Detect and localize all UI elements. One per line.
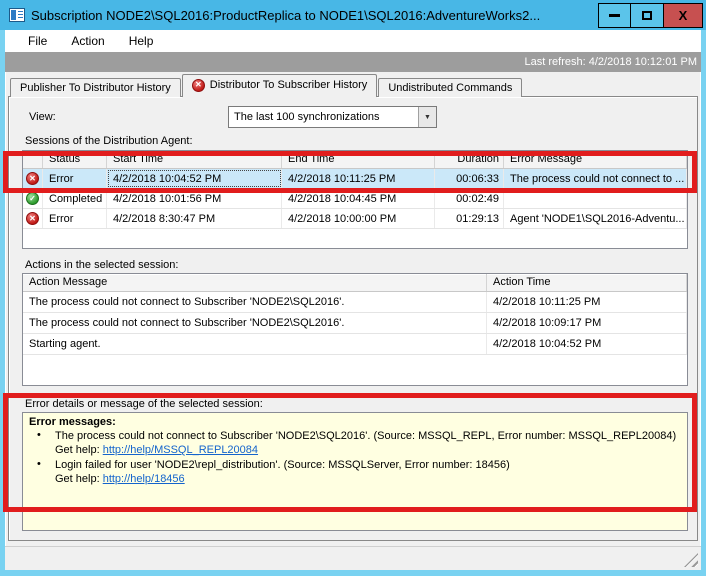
subscription-window: Subscription NODE2\SQL2016:ProductReplic… bbox=[0, 0, 706, 576]
tab-publisher-to-distributor-history[interactable]: Publisher To Distributor History bbox=[10, 78, 181, 97]
cell-action-message: The process could not connect to Subscri… bbox=[23, 292, 487, 312]
cell-error-message: Agent 'NODE1\SQL2016-Adventu... bbox=[504, 209, 687, 228]
actions-header: Action Message Action Time bbox=[23, 274, 687, 292]
view-dropdown-value: The last 100 synchronizations bbox=[229, 111, 418, 123]
tab-label: Publisher To Distributor History bbox=[20, 82, 171, 94]
cell-duration: 00:06:33 bbox=[435, 169, 504, 188]
chevron-down-icon[interactable]: ▼ bbox=[418, 107, 436, 127]
cell-duration: 01:29:13 bbox=[435, 209, 504, 228]
cell-error-message bbox=[504, 189, 687, 208]
status-bar bbox=[5, 546, 701, 570]
cell-action-time: 4/2/2018 10:04:52 PM bbox=[487, 334, 687, 354]
view-dropdown[interactable]: The last 100 synchronizations ▼ bbox=[228, 106, 437, 128]
get-help-prefix: Get help: bbox=[55, 473, 103, 485]
error-icon: ✕ bbox=[23, 169, 43, 188]
maximize-button[interactable] bbox=[631, 3, 664, 28]
sessions-header: Status Start Time End Time Duration Erro… bbox=[23, 151, 687, 169]
sessions-table: Status Start Time End Time Duration Erro… bbox=[22, 150, 688, 249]
tab-label: Undistributed Commands bbox=[388, 82, 512, 94]
window-title: Subscription NODE2\SQL2016:ProductReplic… bbox=[31, 8, 598, 23]
tab-page: View: The last 100 synchronizations ▼ Se… bbox=[8, 96, 698, 541]
cell-action-time: 4/2/2018 10:11:25 PM bbox=[487, 292, 687, 312]
tab-label: Distributor To Subscriber History bbox=[210, 79, 368, 91]
close-button[interactable]: X bbox=[664, 3, 703, 28]
minimize-icon bbox=[609, 14, 620, 17]
error-icon: ✕ bbox=[23, 209, 43, 228]
help-link[interactable]: http://help/MSSQL_REPL20084 bbox=[103, 444, 258, 456]
last-refresh-bar: Last refresh: 4/2/2018 10:12:01 PM bbox=[5, 52, 701, 72]
maximize-icon bbox=[642, 11, 652, 20]
cell-end-time: 4/2/2018 10:11:25 PM bbox=[282, 169, 435, 188]
menu-bar: File Action Help bbox=[5, 30, 701, 52]
cell-start-time: 4/2/2018 10:01:56 PM bbox=[107, 189, 282, 208]
column-header-icon[interactable] bbox=[23, 151, 43, 168]
tab-undistributed-commands[interactable]: Undistributed Commands bbox=[378, 78, 522, 97]
minimize-button[interactable] bbox=[598, 3, 631, 28]
menu-action[interactable]: Action bbox=[71, 34, 104, 48]
error-messages-panel: Error messages: • The process could not … bbox=[22, 412, 688, 531]
resize-grip-icon[interactable] bbox=[684, 553, 698, 567]
cell-error-message: The process could not connect to ... bbox=[504, 169, 687, 188]
tab-strip: Publisher To Distributor History ✕ Distr… bbox=[10, 77, 523, 97]
bullet-icon: • bbox=[29, 458, 55, 486]
table-row[interactable]: Starting agent. 4/2/2018 10:04:52 PM bbox=[23, 334, 687, 355]
cell-action-time: 4/2/2018 10:09:17 PM bbox=[487, 313, 687, 333]
error-message-text: Login failed for user 'NODE2\repl_distri… bbox=[55, 459, 510, 471]
table-row[interactable]: The process could not connect to Subscri… bbox=[23, 313, 687, 334]
cell-start-time: 4/2/2018 8:30:47 PM bbox=[107, 209, 282, 228]
cell-duration: 00:02:49 bbox=[435, 189, 504, 208]
list-item: • The process could not connect to Subsc… bbox=[29, 429, 681, 457]
get-help-prefix: Get help: bbox=[55, 444, 103, 456]
list-item: • Login failed for user 'NODE2\repl_dist… bbox=[29, 458, 681, 486]
error-icon: ✕ bbox=[192, 79, 205, 92]
last-refresh-text: Last refresh: 4/2/2018 10:12:01 PM bbox=[525, 56, 697, 68]
table-row[interactable]: ✕ Error 4/2/2018 8:30:47 PM 4/2/2018 10:… bbox=[23, 209, 687, 229]
actions-table: Action Message Action Time The process c… bbox=[22, 273, 688, 386]
cell-end-time: 4/2/2018 10:00:00 PM bbox=[282, 209, 435, 228]
table-row[interactable]: The process could not connect to Subscri… bbox=[23, 292, 687, 313]
menu-help[interactable]: Help bbox=[129, 34, 154, 48]
title-bar: Subscription NODE2\SQL2016:ProductReplic… bbox=[0, 0, 706, 30]
view-label: View: bbox=[29, 111, 56, 123]
column-header-error-message[interactable]: Error Message bbox=[504, 151, 687, 168]
success-icon: ✓ bbox=[23, 189, 43, 208]
table-row[interactable]: ✕ Error 4/2/2018 10:04:52 PM 4/2/2018 10… bbox=[23, 169, 687, 189]
table-row[interactable]: ✓ Completed 4/2/2018 10:01:56 PM 4/2/201… bbox=[23, 189, 687, 209]
cell-action-message: The process could not connect to Subscri… bbox=[23, 313, 487, 333]
tab-distributor-to-subscriber-history[interactable]: ✕ Distributor To Subscriber History bbox=[182, 74, 378, 97]
column-header-status[interactable]: Status bbox=[43, 151, 107, 168]
sessions-label: Sessions of the Distribution Agent: bbox=[25, 135, 193, 147]
cell-end-time: 4/2/2018 10:04:45 PM bbox=[282, 189, 435, 208]
column-header-end-time[interactable]: End Time bbox=[282, 151, 435, 168]
error-details-label: Error details or message of the selected… bbox=[25, 398, 263, 410]
cell-status: Completed bbox=[43, 189, 107, 208]
column-header-action-message[interactable]: Action Message bbox=[23, 274, 487, 291]
actions-label: Actions in the selected session: bbox=[25, 259, 178, 271]
error-messages-heading: Error messages: bbox=[29, 416, 681, 428]
column-header-start-time[interactable]: Start Time bbox=[107, 151, 282, 168]
column-header-duration[interactable]: Duration bbox=[435, 151, 504, 168]
cell-action-message: Starting agent. bbox=[23, 334, 487, 354]
cell-status: Error bbox=[43, 209, 107, 228]
app-icon bbox=[9, 8, 25, 22]
bullet-icon: • bbox=[29, 429, 55, 457]
error-message-text: The process could not connect to Subscri… bbox=[55, 430, 676, 442]
cell-status: Error bbox=[43, 169, 107, 188]
column-header-action-time[interactable]: Action Time bbox=[487, 274, 687, 291]
help-link[interactable]: http://help/18456 bbox=[103, 473, 185, 485]
menu-file[interactable]: File bbox=[28, 34, 47, 48]
client-area: Publisher To Distributor History ✕ Distr… bbox=[5, 72, 701, 570]
cell-start-time: 4/2/2018 10:04:52 PM bbox=[107, 169, 282, 188]
